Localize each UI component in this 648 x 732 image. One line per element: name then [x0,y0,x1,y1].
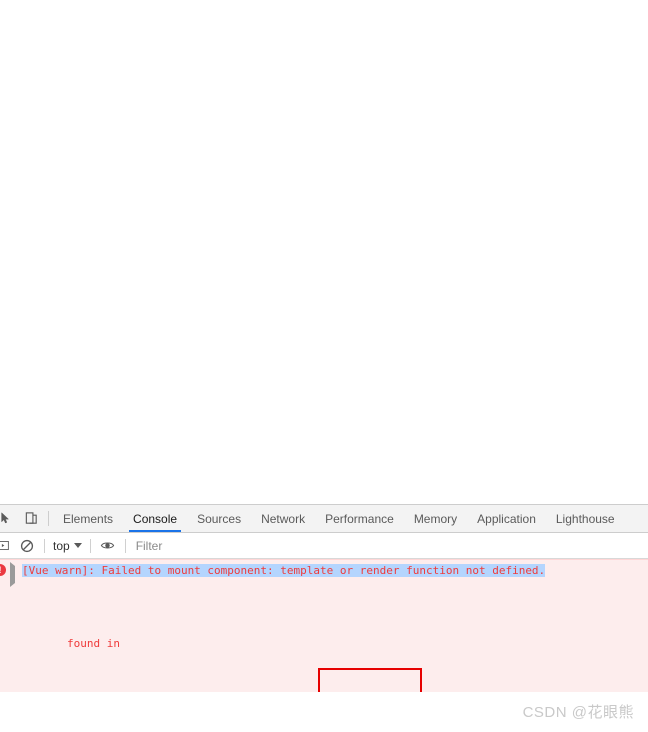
tab-memory[interactable]: Memory [404,505,467,532]
tab-label: Performance [325,511,394,526]
chevron-down-icon [73,543,82,548]
tab-console[interactable]: Console [123,505,187,532]
device-toolbar-icon[interactable] [18,505,44,532]
devtools-panel: Elements Console Sources Network Perform… [0,504,648,693]
execution-context-label: top [53,538,70,553]
tab-performance[interactable]: Performance [315,505,404,532]
execution-context-selector[interactable]: top [49,539,86,553]
console-filter-input[interactable] [129,534,648,557]
tab-label: Memory [413,511,458,526]
tab-label: Lighthouse [555,511,615,526]
inspect-element-icon[interactable] [0,505,18,532]
console-error-header[interactable]: ! [Vue warn]: Failed to mount component:… [0,562,648,587]
page-viewport [0,0,648,504]
tab-network[interactable]: Network [251,505,315,532]
tab-sources[interactable]: Sources [187,505,251,532]
sidebar-toggle-icon[interactable] [0,533,14,559]
tab-label: Console [133,511,178,526]
console-error-stack: found in ---> <Index> at src/views/fixed… [0,583,648,692]
clear-console-icon[interactable] [14,533,40,559]
watermark: CSDN @花眼熊 [522,704,634,721]
disclosure-triangle-right-icon[interactable] [10,562,22,587]
toolbar-divider [44,538,45,553]
tab-application[interactable]: Application [467,505,546,532]
toolbar-divider [89,538,91,553]
tab-lighthouse[interactable]: Lighthouse [546,505,625,532]
console-messages: ! [Vue warn]: Failed to mount component:… [0,559,648,692]
error-circle-icon: ! [0,564,10,576]
toolbar-divider [124,538,126,553]
live-expression-eye-icon[interactable] [95,533,121,559]
tab-label: Network [261,511,306,526]
tab-elements[interactable]: Elements [53,505,123,532]
toolbar-divider [48,511,49,526]
console-error-message: [Vue warn]: Failed to mount component: t… [22,564,546,577]
tab-label: Application [477,511,536,526]
tab-label: Sources [197,511,242,526]
stack-found-in: found in [66,637,120,650]
stack-spacer [14,613,648,621]
devtools-tabbar: Elements Console Sources Network Perform… [0,505,648,533]
console-error-entry[interactable]: ! [Vue warn]: Failed to mount component:… [0,559,648,692]
console-toolbar: top [0,533,648,559]
tab-label: Elements [63,511,114,526]
stack-spacer [14,666,648,674]
